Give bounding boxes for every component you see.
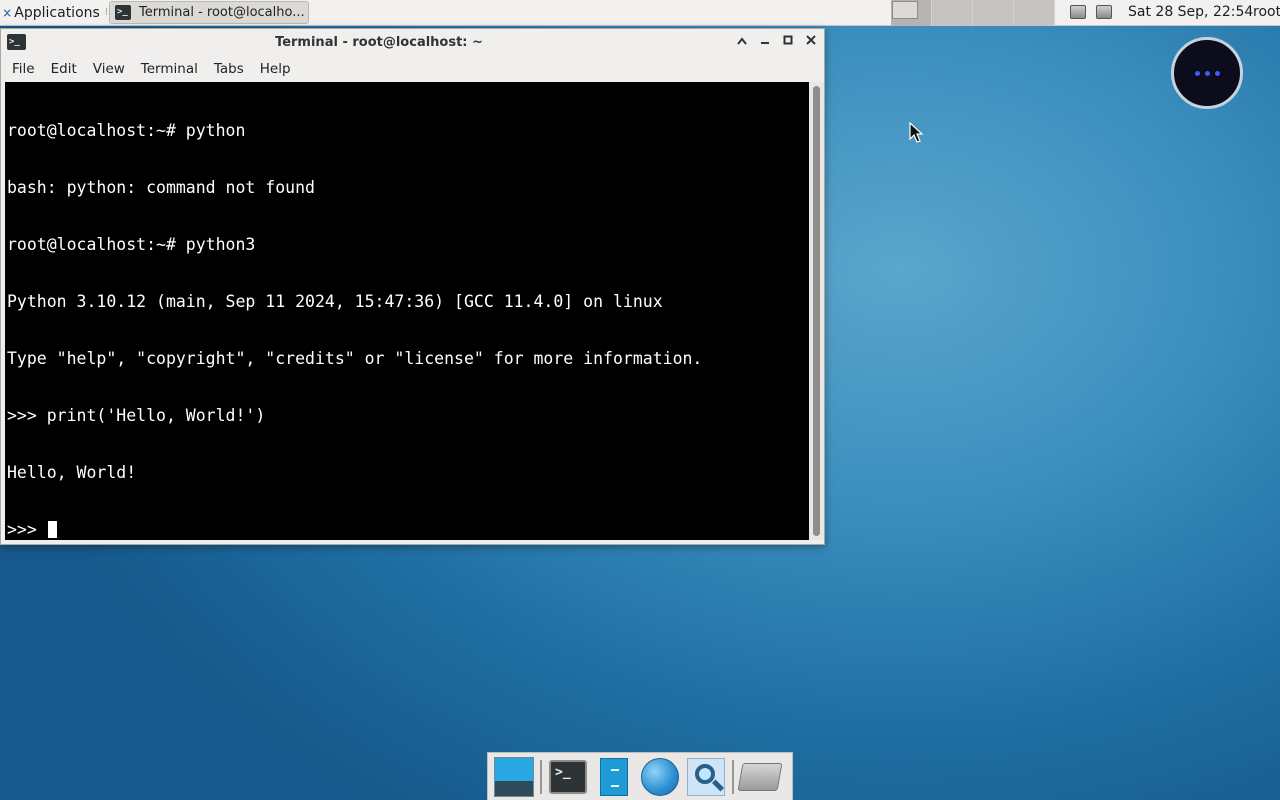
dock-separator (540, 759, 542, 794)
terminal-line: Hello, World! (7, 463, 137, 482)
panel-grip-icon: ⁝ (104, 7, 108, 18)
terminal-line: root@localhost:~# python3 (7, 235, 256, 254)
window-minimize-button[interactable] (755, 32, 775, 52)
dock-web-browser[interactable] (637, 755, 683, 799)
network-tray-icon[interactable] (1096, 5, 1112, 19)
search-icon (687, 757, 725, 796)
terminal-prompt: >>> (7, 520, 47, 539)
more-dots-icon (1204, 70, 1210, 76)
chevron-up-icon (737, 37, 747, 45)
dock-terminal[interactable]: >_ (545, 755, 591, 799)
dock-app-finder[interactable] (683, 755, 729, 799)
window-title: Terminal - root@localhost: ~ (275, 35, 483, 50)
drive-icon (737, 762, 783, 791)
workspace-1[interactable] (891, 0, 932, 26)
menu-edit[interactable]: Edit (43, 61, 85, 77)
dock-file-manager[interactable] (591, 755, 637, 799)
show-desktop-icon (494, 756, 534, 797)
menu-help[interactable]: Help (252, 61, 299, 77)
terminal-icon: >_ (115, 5, 131, 20)
applications-label: Applications (14, 4, 100, 21)
maximize-icon (783, 35, 793, 45)
scrollbar-thumb[interactable] (813, 86, 820, 536)
xfce-logo-icon (3, 8, 11, 17)
applications-menu[interactable]: Applications ⁝ (0, 0, 108, 25)
terminal-output-area[interactable]: root@localhost:~# python bash: python: c… (5, 82, 809, 540)
terminal-line: Python 3.10.12 (main, Sep 11 2024, 15:47… (7, 292, 663, 311)
bottom-dock: >_ (487, 752, 793, 800)
dock-separator (732, 759, 734, 794)
window-menubar: File Edit View Terminal Tabs Help (1, 56, 824, 81)
workspace-4[interactable] (1014, 0, 1055, 26)
terminal-cursor (47, 521, 57, 538)
web-browser-icon (641, 757, 679, 796)
close-icon (806, 35, 816, 45)
window-shade-button[interactable] (732, 32, 752, 52)
system-tray (1070, 5, 1112, 19)
terminal-line: bash: python: command not found (7, 178, 315, 197)
terminal-text: root@localhost:~# python bash: python: c… (5, 82, 809, 540)
workspace-2[interactable] (932, 0, 973, 26)
more-dots-icon (1194, 70, 1200, 76)
mouse-pointer-icon (909, 122, 924, 143)
menu-view[interactable]: View (85, 61, 133, 77)
terminal-scrollbar[interactable] (809, 82, 824, 540)
terminal-icon: >_ (549, 759, 587, 794)
taskbar-terminal-button[interactable]: >_ Terminal - root@localho... (109, 1, 309, 24)
top-panel: Applications ⁝ >_ Terminal - root@localh… (0, 0, 1280, 26)
menu-terminal[interactable]: Terminal (133, 61, 206, 77)
terminal-line: Type "help", "copyright", "credits" or "… (7, 349, 703, 368)
window-maximize-button[interactable] (778, 32, 798, 52)
workspace-window-thumbnail (892, 1, 918, 19)
more-options-button[interactable] (1171, 37, 1243, 109)
display-tray-icon[interactable] (1070, 5, 1086, 19)
terminal-line: root@localhost:~# python (7, 121, 246, 140)
user-menu[interactable]: root (1253, 4, 1280, 20)
minimize-icon (761, 42, 769, 44)
window-close-button[interactable] (801, 32, 821, 52)
workspace-3[interactable] (973, 0, 1014, 26)
more-dots-icon (1214, 70, 1220, 76)
dock-drive[interactable] (737, 755, 783, 799)
terminal-prompt-line[interactable]: >>> (7, 520, 809, 539)
terminal-line: >>> print('Hello, World!') (7, 406, 266, 425)
menu-tabs[interactable]: Tabs (206, 61, 252, 77)
taskbar-terminal-label: Terminal - root@localho... (139, 5, 305, 20)
workspace-switcher[interactable] (891, 0, 1055, 26)
file-manager-icon (600, 757, 628, 796)
panel-clock[interactable]: Sat 28 Sep, 22:54 (1128, 4, 1253, 20)
terminal-window: >_ Terminal - root@localhost: ~ File Edi… (0, 28, 825, 545)
dock-show-desktop[interactable] (491, 755, 537, 799)
menu-file[interactable]: File (4, 61, 43, 77)
window-titlebar[interactable]: >_ Terminal - root@localhost: ~ (1, 29, 824, 56)
